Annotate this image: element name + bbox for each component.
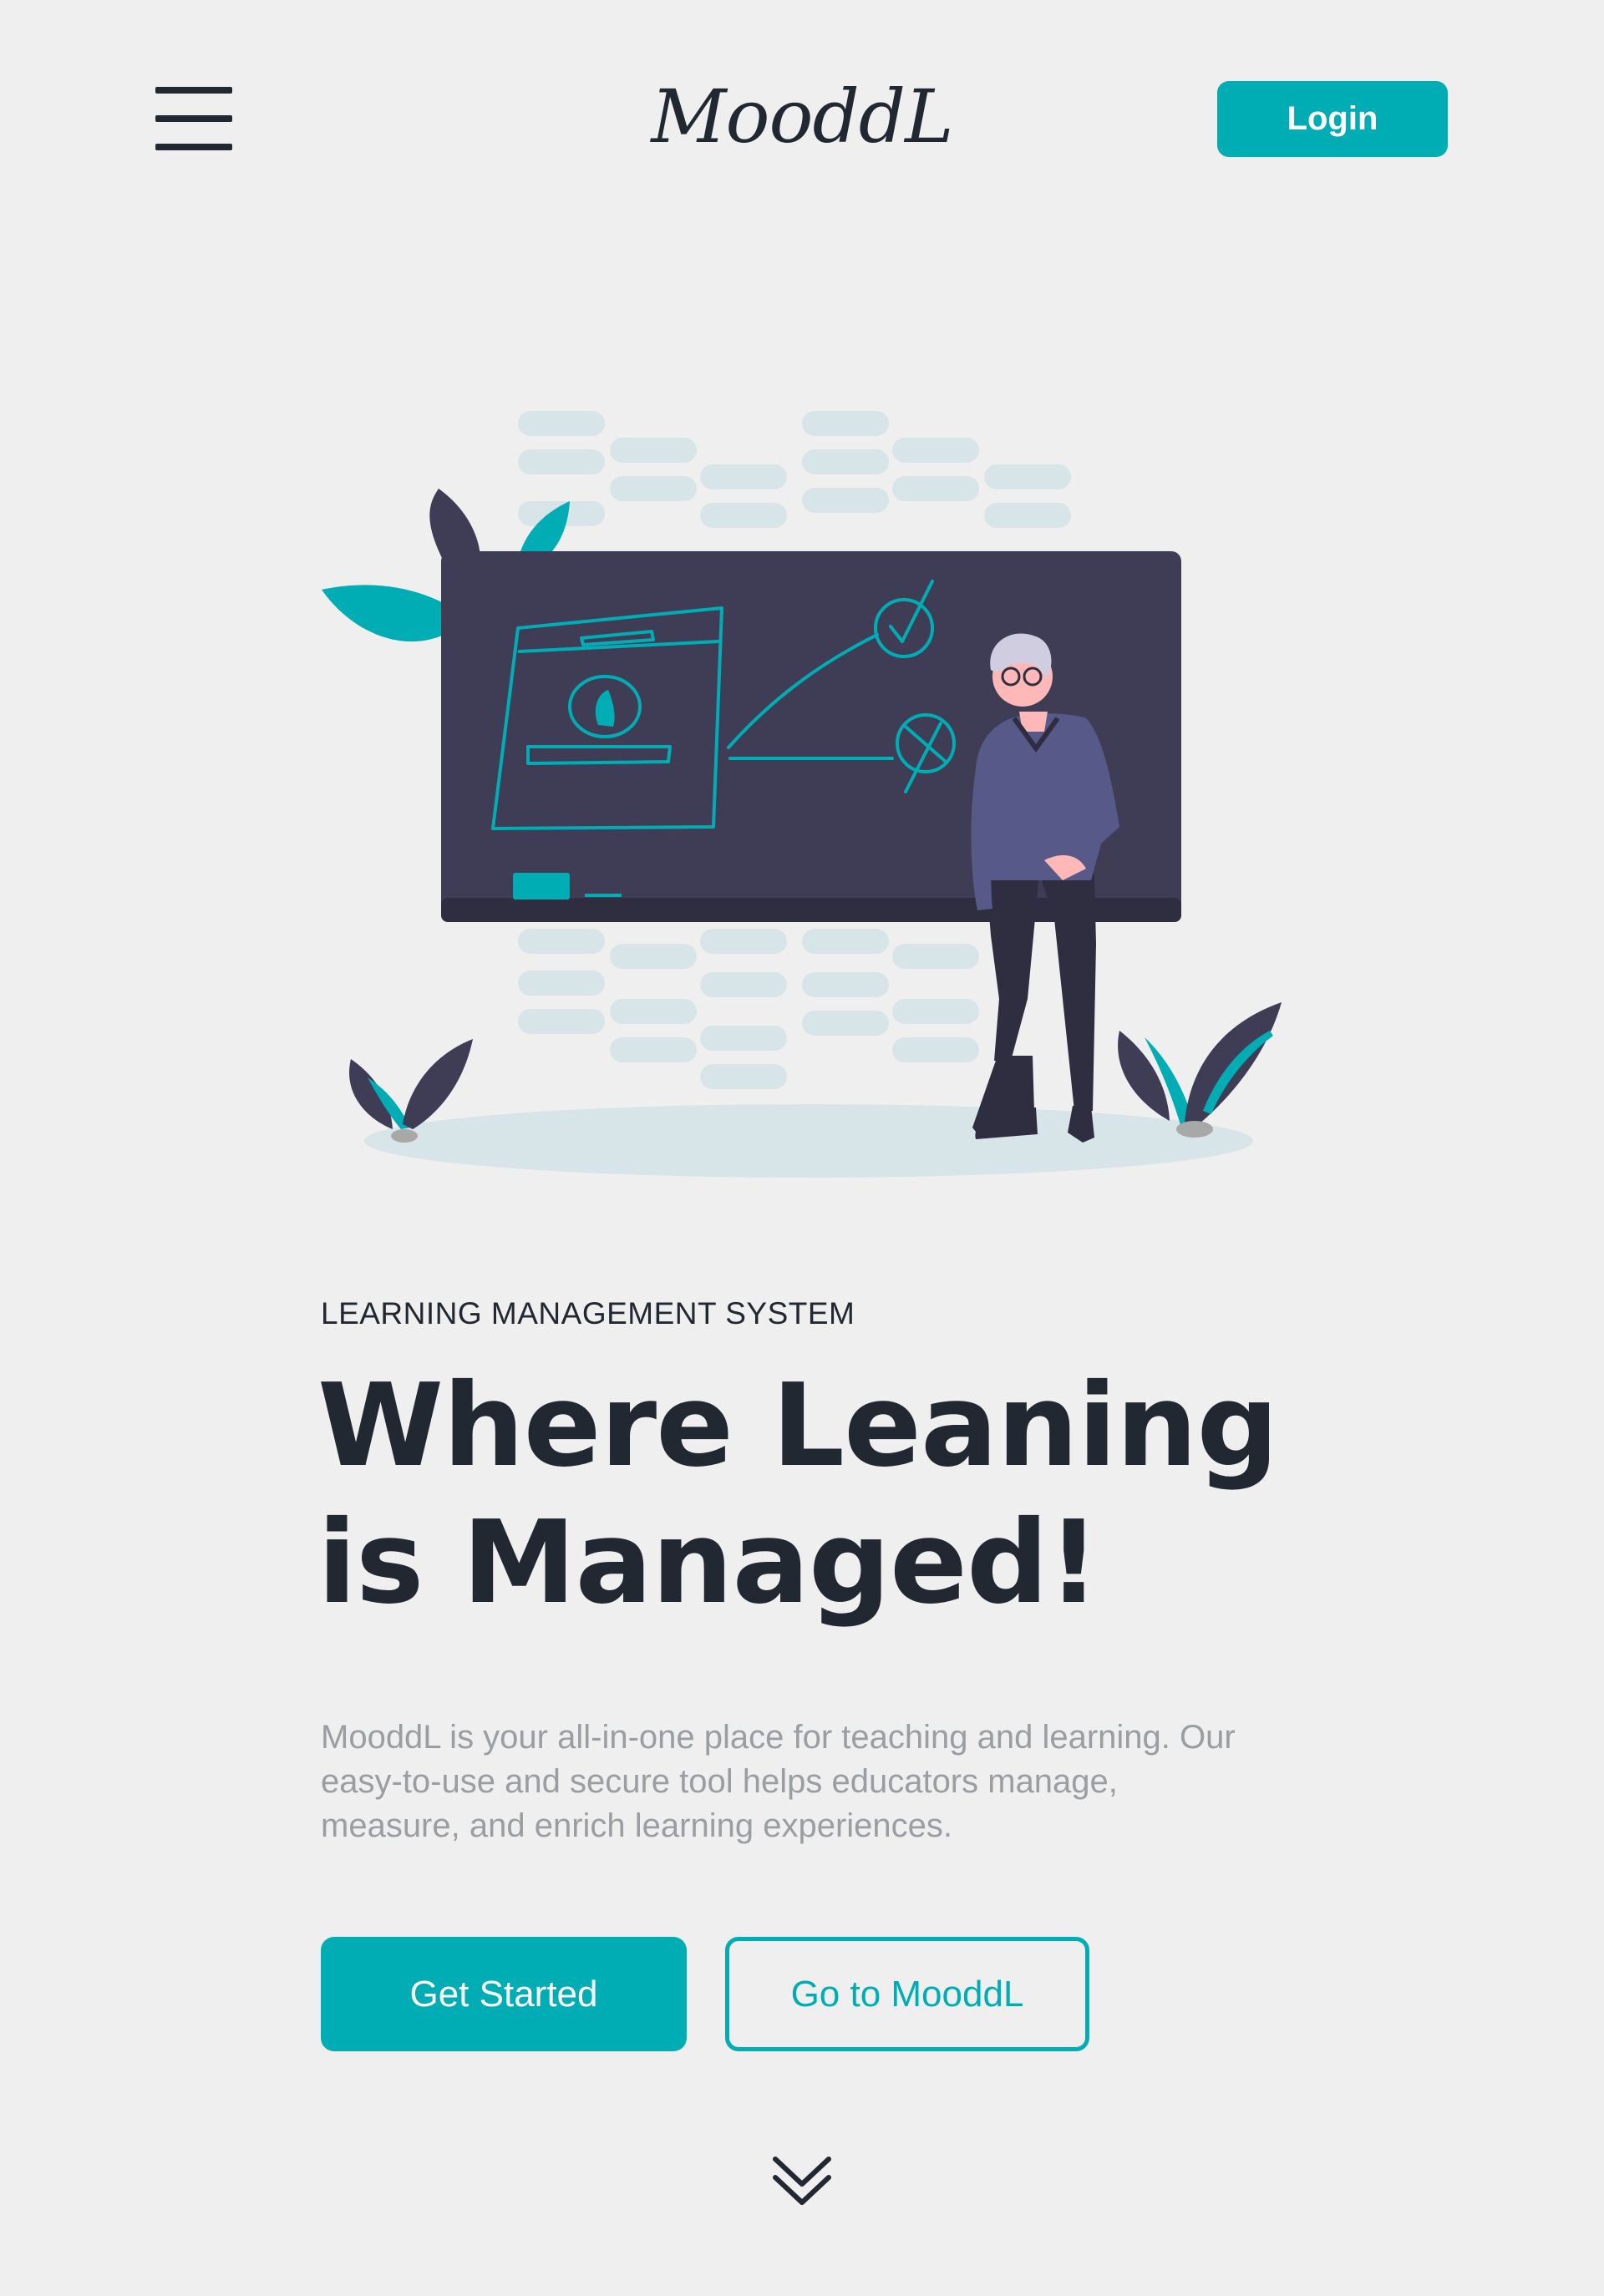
teacher-at-blackboard-illustration (322, 411, 1282, 1178)
headline-line-1: Where Leaning (317, 1360, 1278, 1493)
menu-bar (155, 144, 232, 150)
description-line-3: measure, and enrich learning experiences… (321, 1807, 952, 1844)
menu-bar (155, 87, 232, 94)
hero-description: MooddL is your all-in-one place for teac… (321, 1716, 1290, 1848)
double-chevron-down-icon[interactable] (769, 2151, 835, 2209)
leaf-shape (429, 489, 480, 560)
brand-logo[interactable]: MooddL (635, 58, 969, 175)
chalk-stick (585, 894, 622, 897)
ground-shadow (364, 1104, 1253, 1178)
chalk-eraser (513, 873, 570, 900)
hamburger-menu-icon[interactable] (155, 87, 232, 150)
hero-eyebrow: LEARNING MANAGEMENT SYSTEM (321, 1296, 855, 1330)
get-started-button[interactable]: Get Started (321, 1937, 687, 2051)
headline-line-2: is Managed! (317, 1497, 1099, 1630)
description-line-1: MooddL is your all-in-one place for teac… (321, 1719, 1236, 1756)
site-header: MooddL Login (0, 0, 1604, 242)
description-line-2: easy-to-use and secure tool helps educat… (321, 1763, 1118, 1800)
go-to-mooddl-button[interactable]: Go to MooddL (725, 1937, 1089, 2051)
hero-headline: Where Leaning is Managed! (317, 1358, 1404, 1632)
login-button[interactable]: Login (1217, 81, 1448, 157)
menu-bar (155, 115, 232, 122)
